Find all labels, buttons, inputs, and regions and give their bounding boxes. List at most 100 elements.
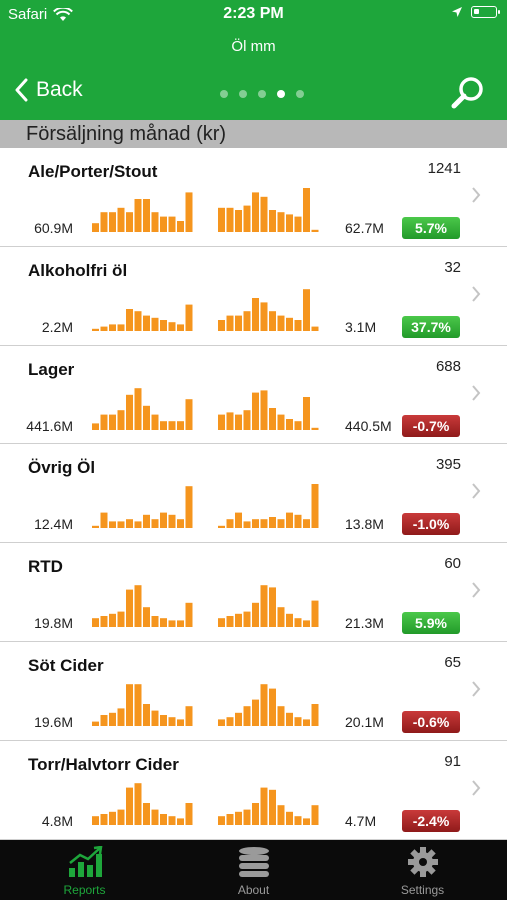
chevron-right-icon (472, 187, 481, 203)
previous-year-bar (134, 310, 142, 331)
previous-year-bar (109, 212, 116, 232)
tab-settings[interactable]: Settings (338, 840, 507, 900)
current-year-bar (235, 712, 242, 726)
current-sales-value: 3.1M (345, 318, 377, 335)
previous-year-bar (168, 815, 176, 825)
search-button[interactable] (451, 76, 485, 115)
current-year-bar (311, 229, 319, 232)
item-count: 65 (444, 653, 461, 671)
current-year-bar (252, 297, 259, 331)
report-list: Ale/Porter/Stout 1241 60.9M 62.7M 5.7% Alkoho… (0, 148, 507, 840)
tab-about[interactable]: About (169, 840, 338, 900)
item-count: 91 (444, 752, 461, 770)
current-year-bar (286, 317, 293, 331)
list-item[interactable]: Söt Cider 65 19.6M 20.1M -0.6% (0, 642, 507, 741)
current-year-bar (303, 188, 310, 232)
current-year-bar (294, 815, 302, 825)
current-year-bar (252, 602, 259, 628)
list-item[interactable]: Alkoholfri öl 32 2.2M 3.1M 37.7% (0, 247, 507, 346)
current-year-bar (260, 684, 268, 726)
category-name: Lager (28, 359, 75, 379)
current-year-bar (243, 409, 251, 430)
change-badge: 5.9% (402, 612, 460, 635)
list-item[interactable]: Torr/Halvtorr Cider 91 4.8M 4.7M -2.4% (0, 741, 507, 840)
sales-sparkline (92, 782, 319, 825)
item-count: 32 (444, 258, 461, 276)
previous-sales-value: 19.6M (34, 713, 73, 730)
current-year-bar (243, 611, 251, 628)
current-year-bar (260, 787, 268, 825)
previous-year-bar (143, 703, 150, 726)
previous-year-bar (160, 216, 167, 232)
list-item[interactable]: Lager 688 441.6M 440.5M -0.7% (0, 346, 507, 445)
sales-sparkline (92, 585, 319, 628)
current-year-bar (252, 802, 259, 825)
database-icon (237, 846, 271, 883)
list-item[interactable]: Ale/Porter/Stout 1241 60.9M 62.7M 5.7% (0, 148, 507, 247)
list-item[interactable]: Övrig Öl 395 12.4M 13.8M -1.0% (0, 444, 507, 544)
current-year-bar (286, 214, 293, 232)
previous-year-bar (185, 398, 193, 430)
previous-year-bar (177, 324, 184, 331)
current-year-bar (269, 210, 276, 232)
category-name: Torr/Halvtorr Cider (28, 754, 179, 774)
current-year-bar (226, 813, 234, 825)
previous-year-bar (143, 199, 150, 232)
current-year-bar (277, 414, 285, 430)
tab-label: Reports (63, 883, 106, 897)
previous-year-bar (92, 815, 99, 825)
previous-year-bar (143, 315, 150, 331)
previous-year-bar (92, 223, 99, 232)
change-badge: -0.7% (402, 414, 460, 437)
current-year-bar (269, 688, 276, 726)
previous-year-bar (177, 519, 184, 529)
location-arrow-icon (452, 7, 462, 17)
current-year-bar (252, 392, 259, 430)
previous-year-bar (168, 717, 176, 726)
current-year-bar (294, 420, 302, 430)
current-year-bar (277, 519, 285, 529)
page-indicator[interactable] (220, 90, 304, 98)
chevron-right-icon (472, 286, 481, 302)
sales-sparkline (92, 188, 319, 232)
page-dot (258, 90, 266, 98)
previous-sales-value: 441.6M (26, 417, 73, 434)
current-year-bar (294, 319, 302, 331)
list-item[interactable]: RTD 60 19.8M 21.3M 5.9% (0, 543, 507, 642)
current-year-bar (311, 427, 319, 430)
current-year-bar (269, 789, 276, 825)
current-year-bar (303, 719, 310, 726)
category-name: Ale/Porter/Stout (28, 162, 158, 181)
previous-year-bar (117, 409, 125, 430)
change-badge: 37.7% (402, 315, 460, 338)
status-bar: Safari 2:23 PM (0, 0, 507, 30)
previous-year-bar (177, 620, 184, 628)
gear-icon (407, 846, 439, 883)
current-year-bar (277, 804, 285, 825)
previous-year-bar (92, 328, 99, 331)
current-year-bar (252, 519, 259, 529)
previous-year-bar (100, 512, 108, 529)
category-name: Alkoholfri öl (28, 260, 128, 280)
change-badge: 5.7% (402, 217, 460, 239)
current-year-bar (226, 315, 234, 331)
previous-year-bar (92, 618, 99, 628)
current-year-bar (260, 196, 268, 232)
current-year-bar (235, 811, 242, 825)
site-title: Öl mm (231, 38, 276, 55)
previous-year-bar (168, 620, 176, 628)
previous-year-bar (151, 519, 159, 529)
change-badge: -1.0% (402, 513, 460, 536)
tab-reports[interactable]: Reports (0, 840, 169, 900)
chevron-right-icon (472, 780, 481, 796)
back-button[interactable]: Back (14, 78, 83, 102)
sales-sparkline (92, 288, 319, 331)
current-year-bar (269, 310, 276, 331)
chevron-right-icon (472, 681, 481, 697)
previous-year-bar (185, 602, 193, 628)
current-year-bar (277, 706, 285, 726)
previous-year-bar (143, 405, 150, 430)
current-sales-value: 4.7M (345, 812, 377, 829)
previous-year-bar (117, 611, 125, 628)
current-year-bar (243, 205, 251, 232)
